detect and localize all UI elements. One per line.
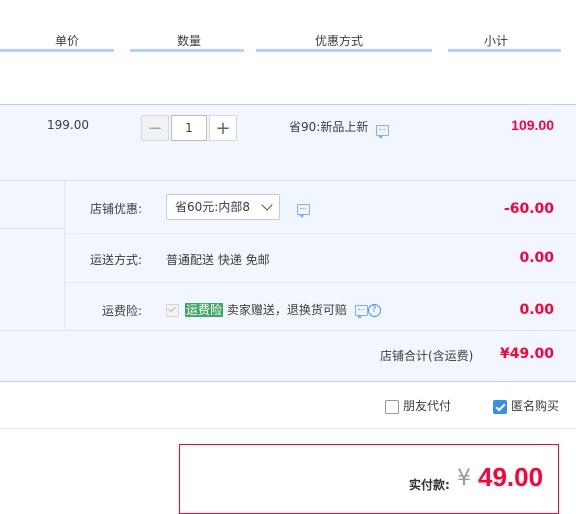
divider [65, 282, 576, 283]
divider [0, 428, 576, 429]
divider [0, 228, 64, 229]
friend-pay-option[interactable]: 朋友代付 [385, 397, 451, 414]
friend-pay-label: 朋友代付 [403, 399, 452, 413]
insurance-badge: 运费险 [185, 303, 224, 317]
quantity-plus-button[interactable]: + [209, 115, 237, 141]
header-quantity: 数量 [177, 34, 202, 48]
insurance-option: 运费险 卖家赠送，退换货可赔 ? [166, 301, 381, 319]
chevron-down-icon [261, 199, 273, 211]
shop-total-amount: ¥49.00 [499, 346, 554, 362]
shop-left-column [0, 181, 65, 329]
header-underline [256, 49, 432, 52]
shop-discount-amount: -60.00 [503, 201, 554, 217]
quantity-input[interactable]: 1 [171, 115, 207, 141]
shop-discount-label: 店铺优惠: [90, 202, 143, 216]
friend-pay-checkbox[interactable] [385, 399, 399, 414]
insurance-text: 卖家赠送，退换货可赔 [226, 303, 347, 317]
shipping-amount: 0.00 [519, 250, 554, 266]
quantity-stepper: − 1 + [141, 115, 237, 141]
help-icon[interactable]: ? [367, 304, 381, 317]
insurance-amount: 0.00 [519, 302, 554, 318]
chat-icon[interactable] [354, 305, 368, 319]
payment-currency: ¥ [457, 466, 471, 491]
shipping-method: 普通配送 快递 免邮 [166, 253, 270, 267]
anonymous-label: 匿名购买 [511, 399, 560, 413]
shipping-label: 运送方式: [90, 253, 143, 267]
insurance-checkbox [166, 304, 179, 317]
item-row [0, 104, 576, 180]
item-price: 199.00 [47, 118, 89, 132]
payment-amount: 49.00 [478, 462, 544, 492]
header-discount: 优惠方式 [315, 34, 364, 48]
item-discount: 省90:新品上新 [289, 118, 390, 139]
item-subtotal: 109.00 [511, 117, 554, 133]
chat-icon[interactable] [376, 125, 390, 139]
item-discount-text: 省90:新品上新 [289, 120, 369, 134]
chat-icon[interactable] [297, 204, 310, 218]
insurance-label: 运费险: [102, 304, 143, 318]
header-subtotal: 小计 [484, 34, 509, 48]
header-underline [448, 49, 561, 52]
shop-discount-select[interactable]: 省60元:内部8 [166, 194, 280, 220]
shop-total-row [0, 330, 576, 382]
anonymous-checkbox[interactable] [493, 399, 507, 414]
shop-total-label: 店铺合计(含运费) [380, 349, 474, 363]
anonymous-option[interactable]: 匿名购买 [493, 397, 559, 414]
divider [65, 233, 576, 234]
header-unit-price: 单价 [55, 34, 80, 48]
shop-discount-select-value: 省60元:内部8 [175, 200, 250, 214]
payment-label: 实付款: [409, 478, 450, 492]
quantity-minus-button[interactable]: − [141, 115, 169, 141]
header-underline [130, 49, 244, 52]
header-underline [0, 49, 114, 52]
